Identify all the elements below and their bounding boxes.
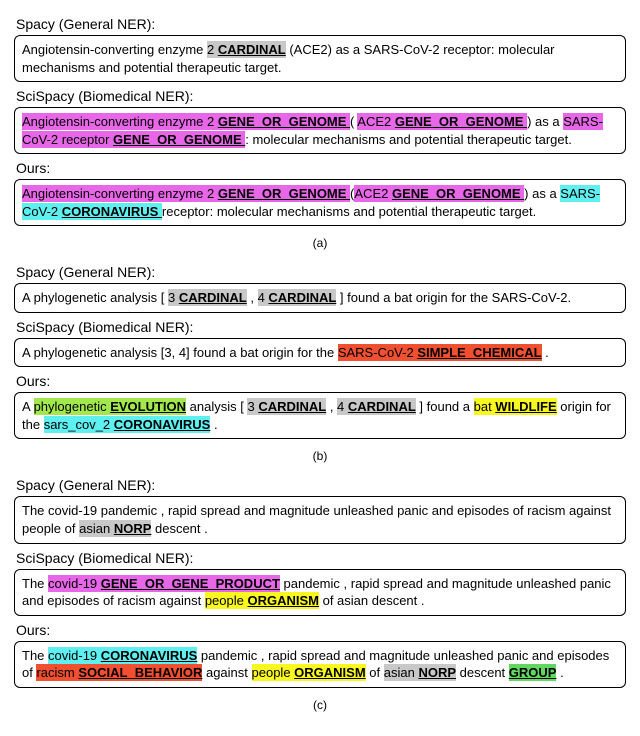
box-scispacy-b: A phylogenetic analysis [3, 4] found a b… bbox=[14, 338, 626, 368]
entity-gene: covid-19 bbox=[48, 575, 101, 592]
text: analysis [ bbox=[186, 399, 247, 414]
label-norp: NORP bbox=[114, 520, 152, 537]
text: A phylogenetic analysis [3, 4] found a b… bbox=[22, 345, 338, 360]
label-scispacy-a: SciSpacy (Biomedical NER): bbox=[16, 88, 624, 104]
label-coronavirus: CORONAVIRUS bbox=[62, 203, 162, 220]
caption-c: (c) bbox=[14, 698, 626, 712]
caption-b: (b) bbox=[14, 449, 626, 463]
text: ) as a bbox=[527, 114, 563, 129]
text: . bbox=[542, 345, 549, 360]
text: . bbox=[210, 417, 217, 432]
label-ours-a: Ours: bbox=[16, 160, 624, 176]
text: ] found a bat origin for the SARS-CoV-2. bbox=[336, 290, 571, 305]
entity-cardinal: 4 bbox=[258, 289, 269, 306]
box-ours-a: Angiotensin-converting enzyme 2 GENE_OR_… bbox=[14, 179, 626, 226]
entity-gene: ACE2 bbox=[357, 113, 395, 130]
entity-cardinal: 3 bbox=[168, 289, 179, 306]
text: , bbox=[247, 290, 258, 305]
entity-coronavirus: covid-19 bbox=[48, 647, 101, 664]
entity-cardinal: 3 bbox=[247, 398, 258, 415]
label-gene: GENE_OR_GENE_PRODUCT bbox=[101, 575, 280, 592]
label-gene: GENE_OR_GENOME bbox=[392, 185, 524, 202]
entity-cardinal: 2 bbox=[207, 41, 218, 58]
text: : molecular mechanisms and potential the… bbox=[245, 132, 572, 147]
text: ) as a bbox=[524, 186, 560, 201]
label-evolution: EVOLUTION bbox=[110, 398, 186, 415]
entity-chemical: SARS-CoV-2 bbox=[338, 344, 417, 361]
entity-norp: asian bbox=[79, 520, 114, 537]
text: Angiotensin-converting enzyme bbox=[22, 42, 207, 57]
label-scispacy-c: SciSpacy (Biomedical NER): bbox=[16, 550, 624, 566]
label-cardinal: CARDINAL bbox=[348, 398, 416, 415]
entity-organism: people bbox=[205, 592, 248, 609]
label-gene: GENE_OR_GENOME bbox=[218, 113, 350, 130]
entity-organism: people bbox=[252, 664, 295, 681]
label-scispacy-b: SciSpacy (Biomedical NER): bbox=[16, 319, 624, 335]
text: A phylogenetic analysis [ bbox=[22, 290, 168, 305]
label-cardinal: CARDINAL bbox=[179, 289, 247, 306]
label-norp: NORP bbox=[418, 664, 456, 681]
entity-cardinal: 4 bbox=[337, 398, 348, 415]
label-gene: GENE_OR_GENOME bbox=[113, 131, 245, 148]
label-cardinal: CARDINAL bbox=[258, 398, 326, 415]
text: of asian descent . bbox=[319, 593, 425, 608]
label-spacy-b: Spacy (General NER): bbox=[16, 264, 624, 280]
entity-social-behavior: racism bbox=[36, 664, 78, 681]
entity-gene: Angiotensin-converting enzyme 2 bbox=[22, 185, 218, 202]
text: , bbox=[326, 399, 337, 414]
box-ours-b: A phylogenetic EVOLUTION analysis [ 3 CA… bbox=[14, 392, 626, 439]
entity-coronavirus: sars_cov_2 bbox=[44, 416, 114, 433]
text: against bbox=[202, 665, 251, 680]
box-scispacy-c: The covid-19 GENE_OR_GENE_PRODUCT pandem… bbox=[14, 569, 626, 616]
text: The bbox=[22, 576, 48, 591]
entity-gene: ACE2 bbox=[354, 185, 392, 202]
label-social-behavior: SOCIAL_BEHAVIOR bbox=[78, 664, 202, 681]
box-ours-c: The covid-19 CORONAVIRUS pandemic , rapi… bbox=[14, 641, 626, 688]
label-organism: ORGANISM bbox=[247, 592, 319, 609]
label-spacy-c: Spacy (General NER): bbox=[16, 477, 624, 493]
entity-norp: asian bbox=[384, 664, 419, 681]
text: A bbox=[22, 399, 34, 414]
text: . bbox=[556, 665, 563, 680]
text: ] found a bbox=[416, 399, 474, 414]
caption-a: (a) bbox=[14, 236, 626, 250]
label-cardinal: CARDINAL bbox=[218, 41, 286, 58]
label-gene: GENE_OR_GENOME bbox=[218, 185, 350, 202]
label-gene: GENE_OR_GENOME bbox=[395, 113, 527, 130]
entity-wildlife: bat bbox=[474, 398, 496, 415]
box-spacy-b: A phylogenetic analysis [ 3 CARDINAL , 4… bbox=[14, 283, 626, 313]
text: of bbox=[366, 665, 384, 680]
label-ours-c: Ours: bbox=[16, 622, 624, 638]
entity-evolution: phylogenetic bbox=[34, 398, 111, 415]
label-cardinal: CARDINAL bbox=[268, 289, 336, 306]
label-group: GROUP bbox=[509, 664, 557, 681]
text: descent bbox=[456, 665, 509, 680]
label-ours-b: Ours: bbox=[16, 373, 624, 389]
label-spacy-a: Spacy (General NER): bbox=[16, 16, 624, 32]
label-coronavirus: CORONAVIRUS bbox=[114, 416, 211, 433]
box-spacy-c: The covid-19 pandemic , rapid spread and… bbox=[14, 496, 626, 543]
box-scispacy-a: Angiotensin-converting enzyme 2 GENE_OR_… bbox=[14, 107, 626, 154]
entity-gene: Angiotensin-converting enzyme 2 bbox=[22, 113, 218, 130]
label-coronavirus: CORONAVIRUS bbox=[101, 647, 198, 664]
text: receptor: molecular mechanisms and poten… bbox=[162, 204, 536, 219]
text: descent . bbox=[151, 521, 207, 536]
label-chemical: SIMPLE_CHEMICAL bbox=[417, 344, 541, 361]
label-wildlife: WILDLIFE bbox=[495, 398, 556, 415]
label-organism: ORGANISM bbox=[294, 664, 366, 681]
text: The bbox=[22, 648, 48, 663]
box-spacy-a: Angiotensin-converting enzyme 2 CARDINAL… bbox=[14, 35, 626, 82]
